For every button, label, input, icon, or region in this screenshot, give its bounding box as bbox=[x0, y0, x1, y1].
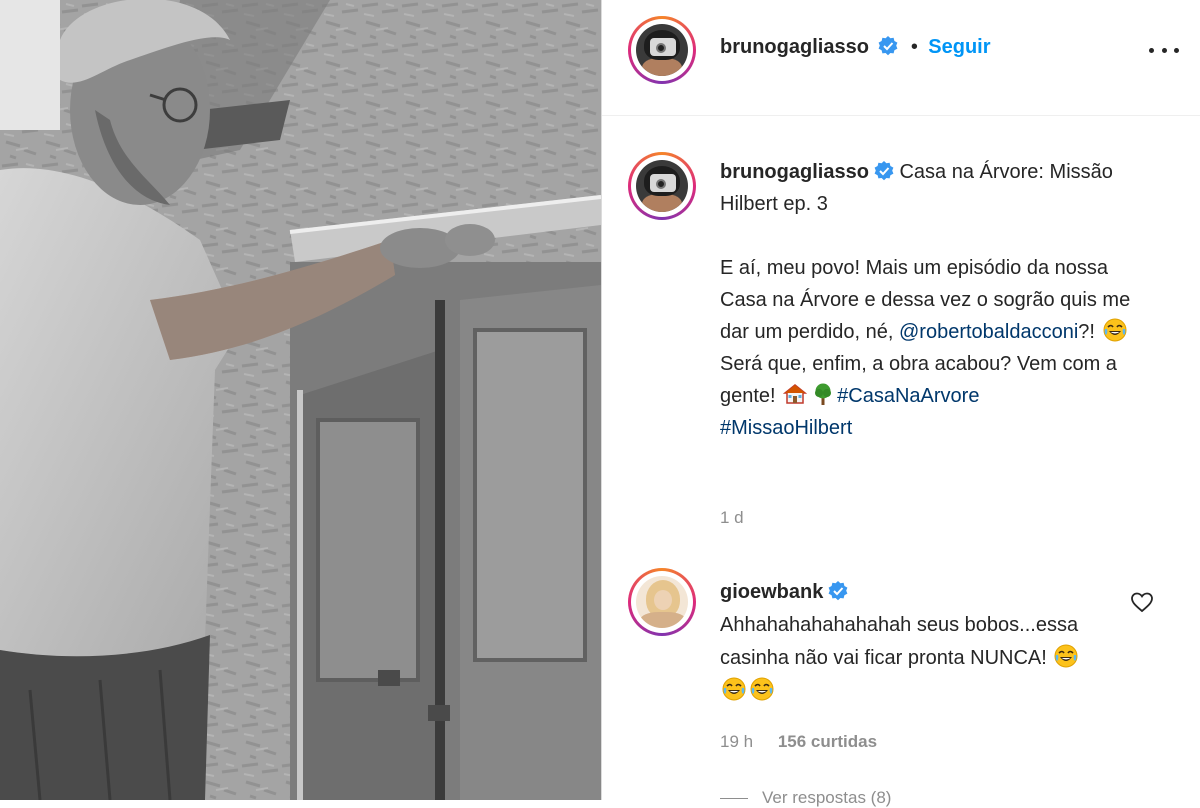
verified-badge-icon bbox=[878, 36, 898, 56]
comment-likes[interactable]: 156 curtidas bbox=[778, 732, 877, 751]
post-header: brunogagliasso • Seguir bbox=[602, 0, 1200, 116]
comment-body: Ahhahahahahahahah seus bobos...essa casi… bbox=[720, 609, 1100, 708]
view-replies-divider bbox=[720, 798, 748, 799]
comment-age[interactable]: 19 h bbox=[720, 732, 753, 751]
caption-body-text-2: ?! bbox=[1078, 321, 1101, 343]
instagram-post-view: brunogagliasso • Seguir brunogagliasso C… bbox=[0, 0, 1200, 807]
caption-username[interactable]: brunogagliasso bbox=[720, 161, 869, 183]
author-avatar[interactable] bbox=[628, 16, 696, 84]
post-caption: brunogagliasso Casa na Árvore: Missão Hi… bbox=[720, 156, 1140, 444]
caption-title-line: brunogagliasso Casa na Árvore: Missão Hi… bbox=[720, 156, 1140, 220]
comment-meta: 19 h 156 curtidas bbox=[720, 732, 897, 752]
follow-button[interactable]: Seguir bbox=[928, 36, 990, 58]
hashtag-casanaarvore[interactable]: #CasaNaArvore bbox=[837, 385, 979, 407]
hashtag-missaohilbert[interactable]: #MissaoHilbert bbox=[720, 417, 852, 439]
comment-author-line: gioewbank bbox=[720, 576, 1140, 609]
commenter-avatar[interactable] bbox=[628, 568, 696, 636]
comment-text: Ahhahahahahahahah seus bobos...essa casi… bbox=[720, 614, 1079, 669]
comment-username[interactable]: gioewbank bbox=[720, 581, 823, 603]
heart-outline-icon[interactable] bbox=[1130, 591, 1154, 613]
caption-mention-link[interactable]: @robertobaldacconi bbox=[899, 321, 1078, 343]
caption-body: E aí, meu povo! Mais um episódio da noss… bbox=[720, 252, 1140, 444]
post-photo-image bbox=[0, 0, 601, 800]
post-photo[interactable] bbox=[0, 0, 601, 800]
verified-badge-icon bbox=[828, 581, 848, 601]
verified-badge-icon bbox=[874, 161, 894, 181]
view-replies-button[interactable]: Ver respostas (8) bbox=[762, 788, 891, 808]
caption-age[interactable]: 1 d bbox=[720, 508, 744, 528]
post-side-panel: brunogagliasso • Seguir brunogagliasso C… bbox=[601, 0, 1200, 807]
face-with-tears-of-joy-emoji bbox=[722, 677, 746, 701]
face-with-tears-of-joy-emoji bbox=[1103, 318, 1127, 342]
header-separator: • bbox=[910, 36, 918, 58]
more-options-icon[interactable] bbox=[1149, 40, 1179, 60]
face-with-tears-of-joy-emoji bbox=[1054, 644, 1078, 668]
header-user-line: brunogagliasso • Seguir bbox=[720, 36, 991, 59]
caption-avatar[interactable] bbox=[628, 152, 696, 220]
tree-emoji bbox=[815, 383, 832, 405]
header-username[interactable]: brunogagliasso bbox=[720, 36, 869, 58]
house-emoji bbox=[783, 384, 808, 404]
face-with-tears-of-joy-emoji bbox=[750, 677, 774, 701]
comment-item: gioewbank Ahhahahahahahahah seus bobos..… bbox=[720, 576, 1140, 708]
